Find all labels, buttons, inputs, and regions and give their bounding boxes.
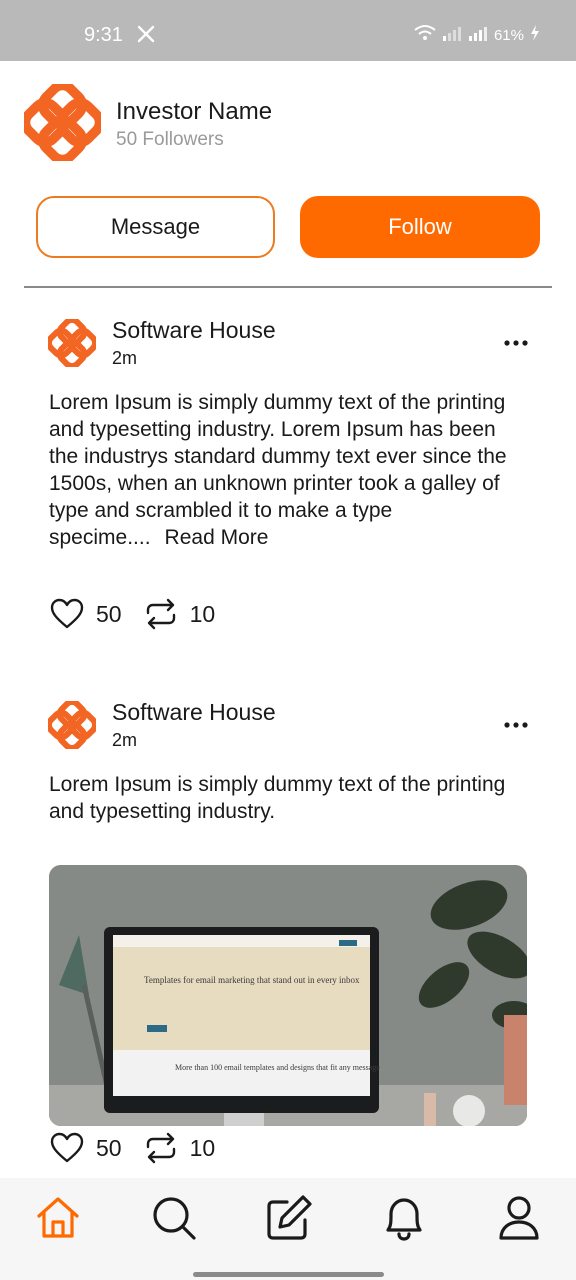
like-count: 50: [96, 600, 122, 627]
home-icon[interactable]: [34, 1194, 82, 1242]
profile-icon[interactable]: [495, 1194, 543, 1242]
signal-icon: [442, 25, 462, 46]
profile-name: Investor Name: [116, 98, 273, 125]
desk-photo: Templates for email marketing that stand…: [49, 865, 527, 1126]
company-logo: [24, 84, 101, 161]
post-text: Lorem Ipsum is simply dummy text of the …: [49, 389, 529, 551]
heart-icon[interactable]: [50, 598, 84, 630]
post-author[interactable]: Software House: [112, 317, 276, 344]
signal-icon-2: [468, 25, 488, 46]
read-more-link[interactable]: Read More: [165, 526, 269, 549]
message-button[interactable]: Message: [36, 196, 275, 258]
heart-icon[interactable]: [50, 1132, 84, 1164]
status-bar: 9:31 61%: [0, 0, 576, 61]
battery-level: 61%: [493, 27, 524, 44]
bottom-nav: [0, 1178, 576, 1280]
post-actions: 50 10: [50, 1131, 237, 1165]
post-text: Lorem Ipsum is simply dummy text of the …: [49, 773, 506, 823]
search-icon[interactable]: [150, 1194, 198, 1242]
post-time: 2m: [112, 348, 138, 368]
follow-button[interactable]: Follow: [300, 196, 540, 258]
like-count: 50: [96, 1134, 122, 1161]
screen-footer: More than 100 email templates and design…: [175, 1063, 380, 1072]
repost-count: 10: [189, 600, 216, 627]
post-card: Software House 2m Lorem Ipsum is simply …: [48, 699, 528, 1171]
compose-icon[interactable]: [265, 1194, 313, 1242]
status-indicators: 61%: [414, 24, 540, 47]
more-options-icon[interactable]: [504, 333, 528, 353]
status-time: 9:31: [84, 24, 123, 46]
author-avatar[interactable]: [48, 701, 96, 749]
profile-header: Investor Name 50 Followers: [24, 84, 552, 164]
author-avatar[interactable]: [48, 319, 96, 367]
wifi-icon: [414, 24, 436, 47]
post-time: 2m: [112, 730, 138, 750]
post-author[interactable]: Software House: [112, 699, 276, 726]
charging-icon: [530, 25, 540, 46]
repost-icon[interactable]: [144, 598, 178, 630]
post-image[interactable]: Templates for email marketing that stand…: [49, 865, 527, 1126]
post-body-text: Lorem Ipsum is simply dummy text of the …: [49, 391, 507, 549]
post-actions: 50 10: [50, 597, 237, 631]
bell-icon[interactable]: [380, 1194, 428, 1242]
divider: [24, 286, 552, 288]
home-indicator[interactable]: [193, 1272, 384, 1277]
post-card: Software House 2m Lorem Ipsum is simply …: [48, 317, 529, 630]
more-options-icon[interactable]: [504, 715, 528, 735]
screen-headline: Templates for email marketing that stand…: [144, 975, 360, 985]
repost-count: 10: [189, 1134, 216, 1161]
x-app-icon: [137, 25, 155, 48]
followers-count: 50 Followers: [116, 129, 224, 150]
repost-icon[interactable]: [144, 1132, 178, 1164]
